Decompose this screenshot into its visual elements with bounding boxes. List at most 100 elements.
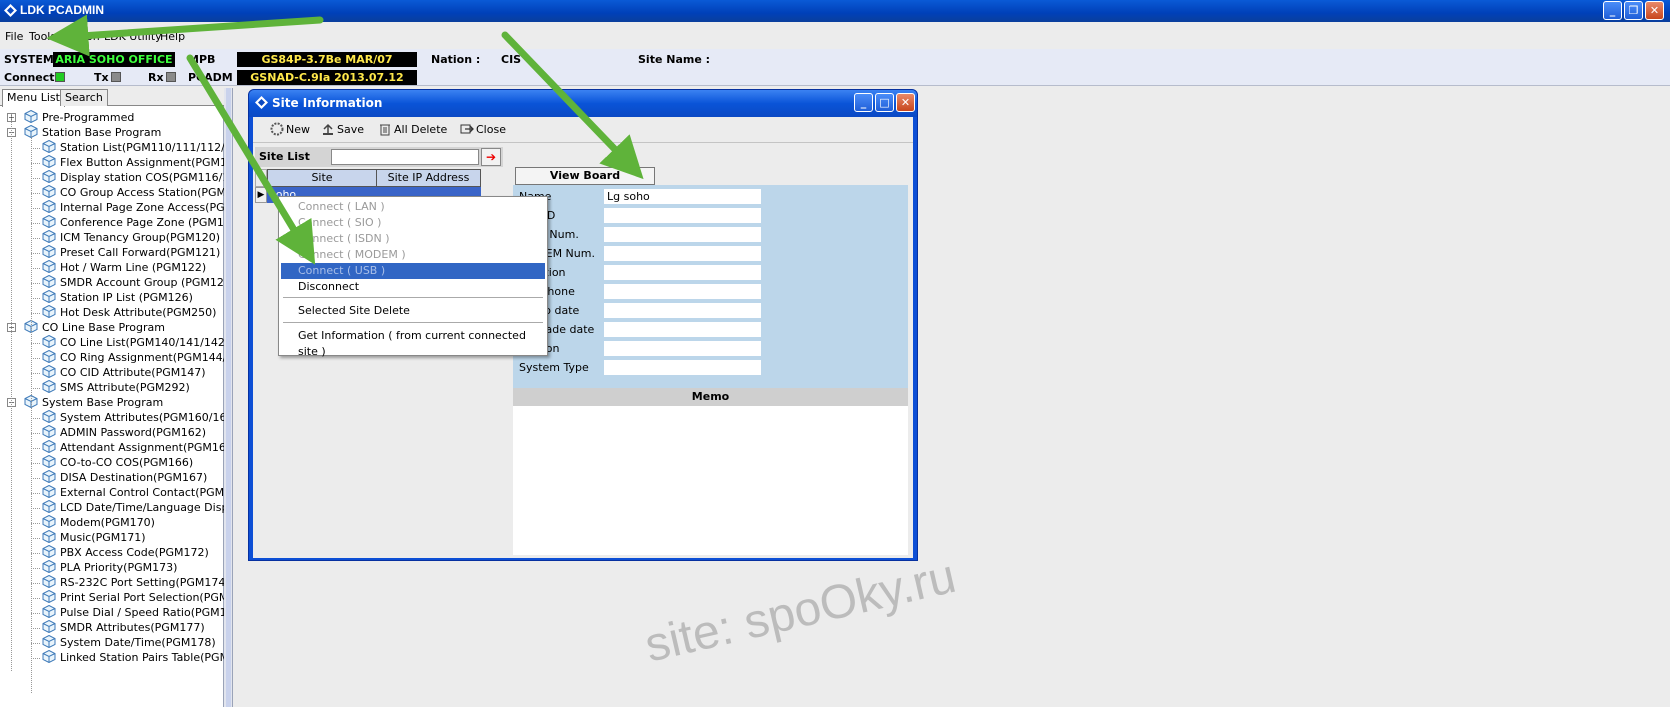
tree-item[interactable]: LCD Date/Time/Language Display( [42, 500, 224, 515]
site-window-title-bar[interactable]: Site Information _ □ ✕ [249, 90, 917, 117]
tree-item[interactable]: SMDR Attributes(PGM177) [42, 620, 205, 635]
field-row: ISDN Num. [513, 225, 908, 244]
tree-item[interactable]: External Control Contact(PGM168 [42, 485, 224, 500]
menu-list-panel: Menu List Search Pre-Programmed + Station … [0, 88, 224, 707]
tab-search[interactable]: Search [60, 89, 108, 106]
tree-item[interactable]: Flex Button Assignment(PGM115/ [42, 155, 224, 170]
tree-item[interactable]: CO Line List(PGM140/141/142) [42, 335, 224, 350]
minimize-button[interactable]: _ [1603, 1, 1622, 20]
tree-item[interactable]: Preset Call Forward(PGM121) [42, 245, 220, 260]
context-menu-item[interactable]: Connect ( LAN ) [281, 199, 545, 215]
site-window-minimize-button[interactable]: _ [854, 93, 873, 112]
tree-group[interactable]: System Base Program [24, 395, 163, 410]
site-window-close-button[interactable]: ✕ [896, 93, 915, 112]
tree-item[interactable]: CO Ring Assignment(PGM144/145 [42, 350, 224, 365]
field-label: System Type [519, 361, 589, 374]
field-value-input[interactable] [604, 246, 761, 261]
tree-item[interactable]: System Date/Time(PGM178) [42, 635, 216, 650]
context-menu-item[interactable]: Selected Site Delete [281, 303, 545, 319]
save-button[interactable]: Save [321, 122, 364, 138]
program-cube-icon [42, 215, 56, 228]
context-menu-item[interactable]: Connect ( SIO ) [281, 215, 545, 231]
program-cube-icon [42, 635, 56, 648]
tree-item[interactable]: CO Group Access Station(PGM117 [42, 185, 224, 200]
context-menu-item[interactable]: Connect ( ISDN ) [281, 231, 545, 247]
column-site-ip[interactable]: Site IP Address [376, 169, 481, 187]
menu-option[interactable]: Option [63, 30, 100, 43]
tree-item[interactable]: Conference Page Zone (PGM119) [42, 215, 224, 230]
restore-button[interactable]: ❐ [1624, 1, 1643, 20]
field-value-input[interactable] [604, 322, 761, 337]
column-site[interactable]: Site [267, 169, 377, 187]
tree-item[interactable]: Print Serial Port Selection(PGM175 [42, 590, 224, 605]
panel-splitter[interactable] [224, 88, 233, 707]
tree-item[interactable]: Display station COS(PGM116/130) [42, 170, 224, 185]
window-logo-icon [255, 96, 268, 109]
tree-item[interactable]: Hot / Warm Line (PGM122) [42, 260, 206, 275]
site-search-input[interactable] [331, 149, 479, 165]
context-menu-item[interactable]: Disconnect [281, 279, 545, 295]
tree-group[interactable]: CO Line Base Program [24, 320, 165, 335]
program-cube-icon [42, 245, 56, 258]
tree-item[interactable]: SMS Attribute(PGM292) [42, 380, 190, 395]
menu-tools[interactable]: Tools [29, 30, 56, 43]
program-cube-icon [42, 425, 56, 438]
arrow-right-icon: ➔ [485, 150, 497, 164]
tree-item[interactable]: Internal Page Zone Access(PGM11 [42, 200, 224, 215]
tree-item[interactable]: PBX Access Code(PGM172) [42, 545, 209, 560]
field-row: Telephone [513, 282, 908, 301]
field-value-input[interactable] [604, 360, 761, 375]
program-cube-icon [42, 605, 56, 618]
site-list-bar: Site List ➔ [255, 147, 503, 167]
tree-item[interactable]: CO CID Attribute(PGM147) [42, 365, 206, 380]
context-menu-item[interactable]: Get Information ( from current connected… [281, 328, 545, 358]
field-value-input[interactable] [604, 265, 761, 280]
menu-file[interactable]: File [5, 30, 23, 43]
tree-item[interactable]: ADMIN Password(PGM162) [42, 425, 206, 440]
tree-item[interactable]: RS-232C Port Setting(PGM174) [42, 575, 224, 590]
tree-item[interactable]: Linked Station Pairs Table(PGM179 [42, 650, 224, 665]
context-menu-item[interactable]: Connect ( USB ) [281, 263, 545, 279]
system-value: ARIA SOHO OFFICE [53, 52, 175, 67]
program-cube-icon [42, 275, 56, 288]
system-status-panel: SYSTEM ARIA SOHO OFFICE Connect Tx Rx MP… [0, 49, 1670, 86]
tree-item[interactable]: ICM Tenancy Group(PGM120) [42, 230, 220, 245]
new-button[interactable]: New [270, 122, 310, 138]
close-toolbar-button[interactable]: Close [460, 122, 506, 138]
memo-field[interactable] [513, 406, 908, 555]
field-row: MODEM Num. [513, 244, 908, 263]
field-value-input[interactable]: Lg soho [604, 189, 761, 204]
close-button[interactable]: ✕ [1645, 1, 1664, 20]
tree-item[interactable]: Attendant Assignment(PGM164/16 [42, 440, 224, 455]
tree-item[interactable]: Pulse Dial / Speed Ratio(PGM176) [42, 605, 224, 620]
tree-item[interactable]: PLA Priority(PGM173) [42, 560, 177, 575]
field-value-input[interactable] [604, 208, 761, 223]
tree-item[interactable]: Station IP List (PGM126) [42, 290, 193, 305]
tree-item[interactable]: SMDR Account Group (PGM124) [42, 275, 224, 290]
tree-item[interactable]: System Attributes(PGM160/161/1 [42, 410, 224, 425]
field-value-input[interactable] [604, 227, 761, 242]
nation-value: CIS [501, 53, 522, 66]
tree-item[interactable]: Hot Desk Attribute(PGM250) [42, 305, 216, 320]
tab-menu-list[interactable]: Menu List [2, 89, 65, 107]
tree-item[interactable]: Music(PGM171) [42, 530, 146, 545]
tree-item[interactable]: DISA Destination(PGM167) [42, 470, 207, 485]
context-menu-item[interactable]: Connect ( MODEM ) [281, 247, 545, 263]
site-details-panel: NameLg sohoSite IDISDN Num.MODEM Num.Loc… [513, 185, 908, 388]
menu-help[interactable]: Help [160, 30, 185, 43]
site-list-label: Site List [259, 150, 310, 163]
tree-item[interactable]: Modem(PGM170) [42, 515, 155, 530]
field-value-input[interactable] [604, 341, 761, 356]
tree-group[interactable]: Pre-Programmed [24, 110, 134, 125]
view-board-information-button[interactable]: View Board Information [515, 167, 655, 198]
menu-ldk-utility[interactable]: LDK Utility [104, 30, 162, 43]
search-go-button[interactable]: ➔ [481, 148, 501, 166]
field-value-input[interactable] [604, 303, 761, 318]
site-window-maximize-button[interactable]: □ [875, 93, 894, 112]
tree-item[interactable]: CO-to-CO COS(PGM166) [42, 455, 193, 470]
all-delete-button[interactable]: All Delete [378, 122, 447, 138]
field-value-input[interactable] [604, 284, 761, 299]
tree-group[interactable]: Station Base Program [24, 125, 161, 140]
tree-item-label: Print Serial Port Selection(PGM175 [60, 591, 224, 604]
tree-item[interactable]: Station List(PGM110/111/112/113 [42, 140, 224, 155]
